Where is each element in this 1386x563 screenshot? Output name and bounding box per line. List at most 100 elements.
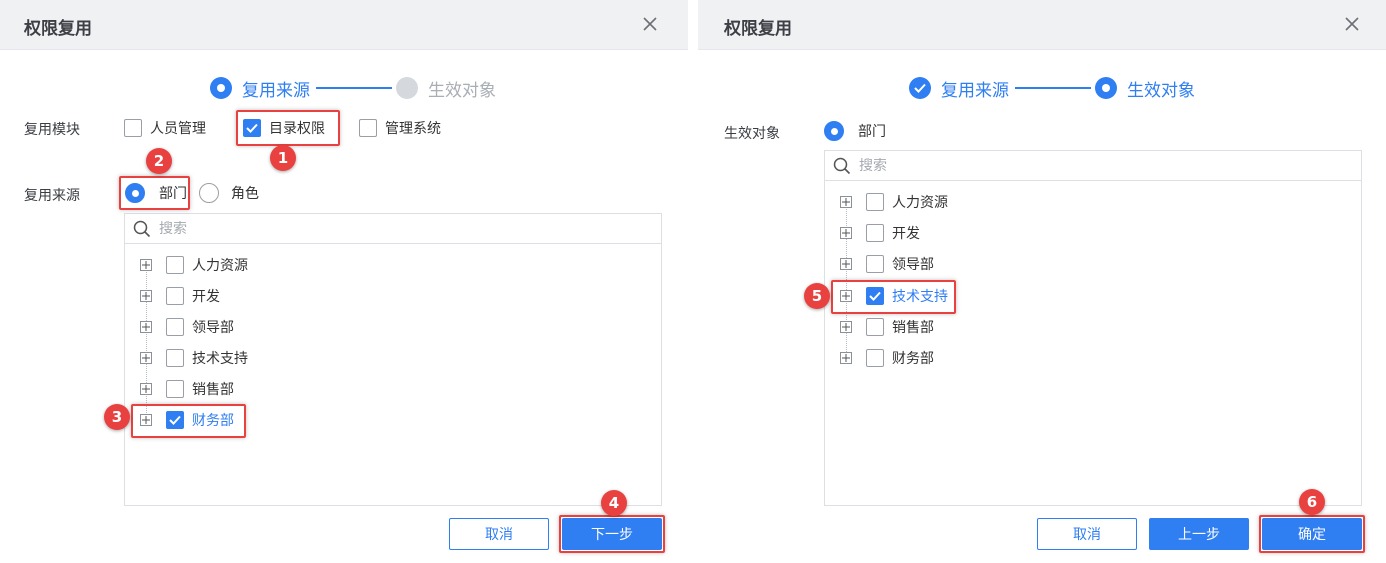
checkbox-icon[interactable] [866,349,884,367]
tree-node[interactable]: 领导部 [140,316,234,338]
tree-node[interactable]: 财务部 [840,347,934,369]
tree-node[interactable]: 人力资源 [840,191,948,213]
step-label-source: 复用来源 [242,80,310,101]
divider [688,0,698,563]
checkbox-icon[interactable] [866,193,884,211]
source-label: 复用来源 [24,188,80,204]
plus-square-icon[interactable] [840,196,852,208]
step-badge-6: 6 [1299,489,1325,515]
target-option-department: 部门 [858,124,886,140]
step-badge-1: 1 [270,145,296,171]
plus-square-icon[interactable] [840,258,852,270]
check-icon[interactable] [243,119,261,137]
checkbox-icon[interactable] [166,380,184,398]
checkbox-icon[interactable] [166,287,184,305]
tree-node-label: 技术支持 [892,289,948,305]
tree-node[interactable]: 技术支持 [140,347,248,369]
checkbox-icon[interactable] [124,119,142,137]
step-badge-4: 4 [601,490,627,516]
previous-step-button[interactable]: 上一步 [1149,518,1249,550]
step-badge-2: 2 [146,148,172,174]
step-indicator: 复用来源 生效对象 [210,76,496,101]
step-active-icon [1095,77,1117,99]
checkbox-icon[interactable] [166,256,184,274]
tree-node-label: 领导部 [192,320,234,336]
search-input[interactable] [159,220,559,237]
checkbox-icon[interactable] [166,318,184,336]
tree-node[interactable]: 开发 [140,285,220,307]
source-option-department: 部门 [159,186,187,202]
source-radio-role[interactable]: 角色 [199,183,259,203]
module-checkbox-directory[interactable]: 目录权限 [243,118,325,138]
tree-node[interactable]: 人力资源 [140,254,248,276]
plus-square-icon[interactable] [840,352,852,364]
tree-node[interactable]: 开发 [840,222,920,244]
dialog-title: 权限复用 [724,19,792,39]
tree-node-selected[interactable]: 技术支持 [840,285,948,307]
module-label-personnel: 人员管理 [150,121,206,137]
dialog-title: 权限复用 [24,19,92,39]
plus-square-icon[interactable] [140,259,152,271]
tree-node-label: 技术支持 [192,351,248,367]
cancel-button[interactable]: 取消 [449,518,549,550]
module-label-admin: 管理系统 [385,121,441,137]
search-icon [133,220,151,237]
tree-search [825,151,1361,181]
reuse-permission-dialog-step1: 权限复用 复用来源 生效对象 复用模块 人员管理 目录权限 管理系统 复用来源 … [0,0,688,563]
radio-icon[interactable] [199,183,219,203]
module-checkbox-personnel[interactable]: 人员管理 [124,118,206,138]
reuse-permission-dialog-step2: 权限复用 复用来源 生效对象 生效对象 部门 人力资源 开发 [698,0,1386,563]
check-icon[interactable] [166,411,184,429]
plus-square-icon[interactable] [140,352,152,364]
tree-search [125,214,661,244]
tree-node[interactable]: 销售部 [140,378,234,400]
plus-square-icon[interactable] [140,290,152,302]
cancel-button[interactable]: 取消 [1037,518,1137,550]
module-label: 复用模块 [24,122,80,138]
tree-node-label: 开发 [892,226,920,242]
tree-node-label: 领导部 [892,257,934,273]
check-icon[interactable] [866,287,884,305]
checkbox-icon[interactable] [866,224,884,242]
step-badge-5: 5 [804,283,830,309]
tree-node-selected[interactable]: 财务部 [140,409,234,431]
tree-node-label: 人力资源 [892,195,948,211]
search-input[interactable] [859,157,1259,174]
plus-square-icon[interactable] [840,290,852,302]
checkbox-icon[interactable] [359,119,377,137]
checkbox-icon[interactable] [866,255,884,273]
checkbox-icon[interactable] [166,349,184,367]
module-label-directory: 目录权限 [269,121,325,137]
target-radio-department[interactable]: 部门 [824,121,886,141]
step-done-check-icon [909,77,931,99]
plus-square-icon[interactable] [140,383,152,395]
plus-square-icon[interactable] [140,321,152,333]
module-checkbox-admin[interactable]: 管理系统 [359,118,441,138]
tree-node-label: 财务部 [192,413,234,429]
search-icon [833,157,851,174]
step-indicator: 复用来源 生效对象 [909,76,1195,101]
radio-selected-icon[interactable] [824,121,844,141]
step-label-target: 生效对象 [428,80,496,101]
tree-node[interactable]: 领导部 [840,253,934,275]
tree-node-label: 开发 [192,289,220,305]
close-icon[interactable] [638,12,662,36]
close-icon[interactable] [1340,12,1364,36]
step-label-target: 生效对象 [1127,80,1195,101]
tree-node[interactable]: 销售部 [840,316,934,338]
source-radio-department[interactable]: 部门 [125,183,187,203]
step-label-source: 复用来源 [941,80,1009,101]
tree-node-label: 人力资源 [192,258,248,274]
dialog-titlebar: 权限复用 [698,0,1386,50]
checkbox-icon[interactable] [866,318,884,336]
source-option-role: 角色 [231,186,259,202]
step-connector [316,87,392,89]
next-step-button[interactable]: 下一步 [562,518,662,550]
radio-selected-icon[interactable] [125,183,145,203]
confirm-button[interactable]: 确定 [1262,518,1362,550]
plus-square-icon[interactable] [140,414,152,426]
step-connector [1015,87,1091,89]
target-label: 生效对象 [724,126,780,142]
plus-square-icon[interactable] [840,227,852,239]
plus-square-icon[interactable] [840,321,852,333]
